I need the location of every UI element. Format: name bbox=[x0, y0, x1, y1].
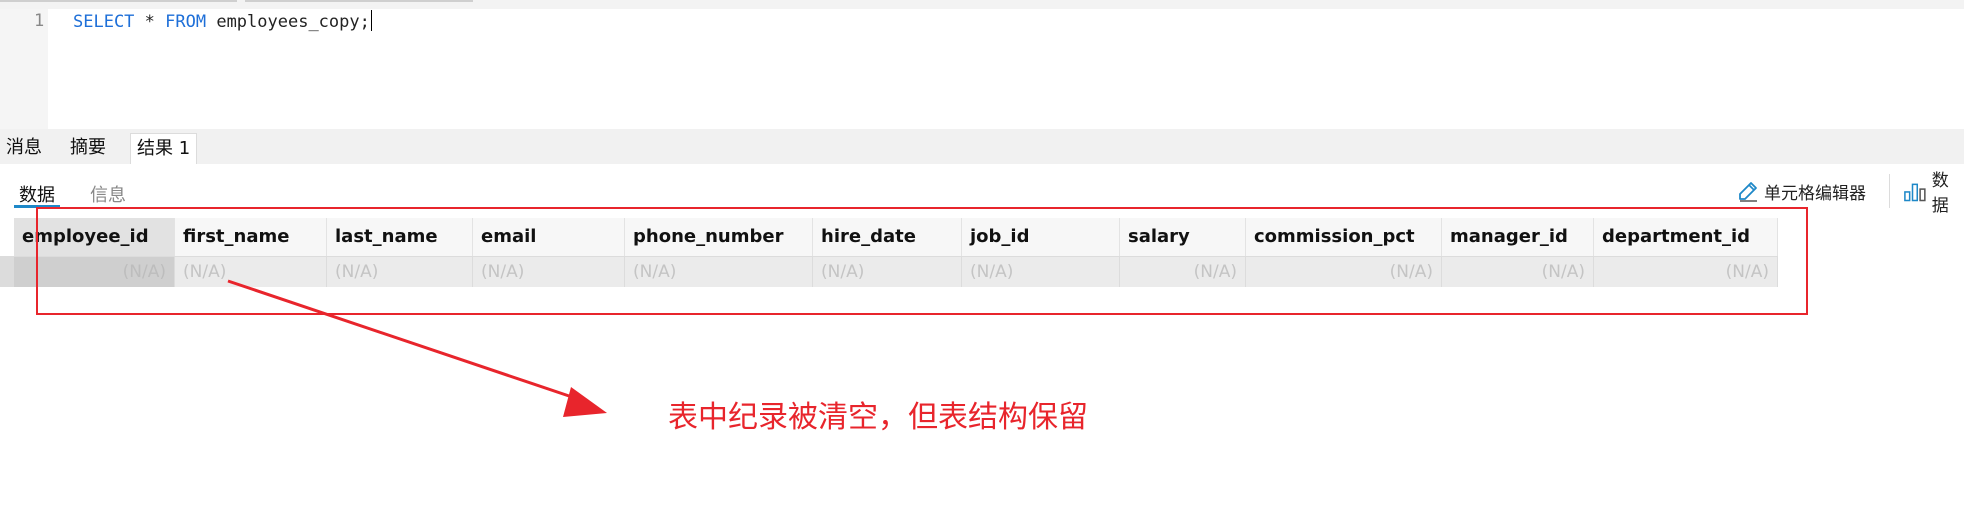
annotation-text: 表中纪录被清空，但表结构保留 bbox=[668, 400, 1088, 435]
